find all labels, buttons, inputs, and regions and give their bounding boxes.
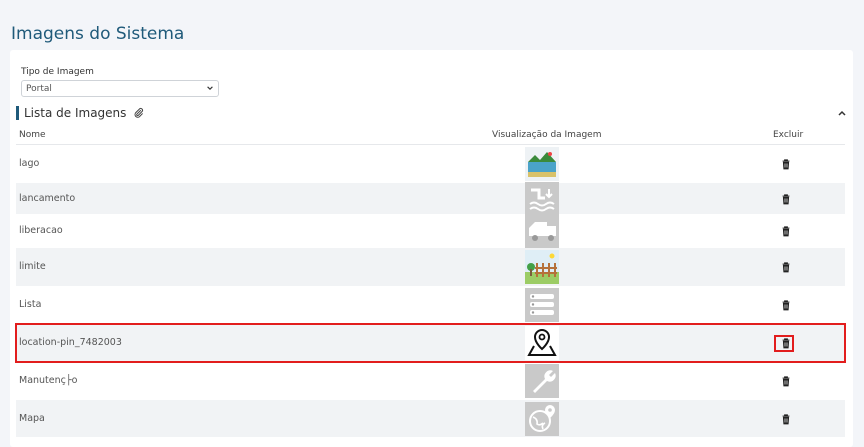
table-row: location-pin_7482003 — [15, 323, 846, 363]
paperclip-icon — [134, 107, 144, 118]
table-row: liberacao — [16, 214, 845, 248]
section-title-text: Lista de Imagens — [24, 106, 127, 120]
trash-icon[interactable] — [780, 261, 792, 273]
trash-icon[interactable] — [780, 413, 792, 425]
wrench-icon — [525, 364, 559, 398]
globe-pin-icon — [525, 401, 559, 436]
list-icon — [525, 288, 559, 322]
image-name: lancamento — [19, 192, 76, 204]
column-header-delete: Excluir — [773, 130, 804, 140]
image-type-selected-value: Portal — [26, 84, 52, 94]
trash-icon[interactable] — [780, 158, 792, 170]
trash-icon[interactable] — [780, 337, 792, 349]
image-type-select[interactable]: Portal — [21, 80, 219, 97]
trash-icon[interactable] — [780, 299, 792, 311]
section-title: Lista de Imagens — [24, 106, 144, 120]
location-pin-map-icon — [525, 326, 559, 360]
section-accent-bar — [16, 106, 19, 120]
table-row: limite — [16, 248, 845, 286]
column-header-preview: Visualização da Imagem — [492, 130, 602, 140]
table-row: Manutenç├o — [16, 362, 845, 400]
image-type-label: Tipo de Imagem — [21, 67, 94, 77]
trash-icon[interactable] — [780, 375, 792, 387]
image-name: lago — [19, 158, 40, 169]
table-header: Nome Visualização da Imagem Excluir — [16, 126, 845, 145]
chevron-down-icon — [207, 86, 213, 90]
image-name: Lista — [19, 299, 42, 310]
table-row: Lista — [16, 286, 845, 324]
table-row: lancamento — [16, 181, 845, 216]
image-name: location-pin_7482003 — [19, 337, 122, 348]
truck-icon — [525, 214, 559, 248]
column-header-name: Nome — [19, 130, 46, 140]
image-name: Manutenç├o — [19, 375, 78, 386]
lake-landscape-icon — [525, 147, 559, 181]
page-title: Imagens do Sistema — [11, 24, 185, 44]
image-name: liberacao — [19, 225, 63, 236]
fence-landscape-icon — [525, 250, 559, 284]
image-name: Mapa — [19, 412, 45, 424]
trash-icon[interactable] — [780, 193, 792, 205]
table-row: lago — [16, 145, 845, 183]
image-name: limite — [19, 261, 46, 272]
trash-icon[interactable] — [780, 225, 792, 237]
table-row: Mapa — [16, 400, 845, 437]
discharge-icon — [525, 181, 559, 216]
images-table-body: lago lancamento liberacao limite Lista locati… — [15, 145, 846, 437]
images-card: Tipo de Imagem Portal Lista de Imagens N… — [10, 50, 853, 447]
chevron-up-icon[interactable] — [837, 109, 847, 117]
